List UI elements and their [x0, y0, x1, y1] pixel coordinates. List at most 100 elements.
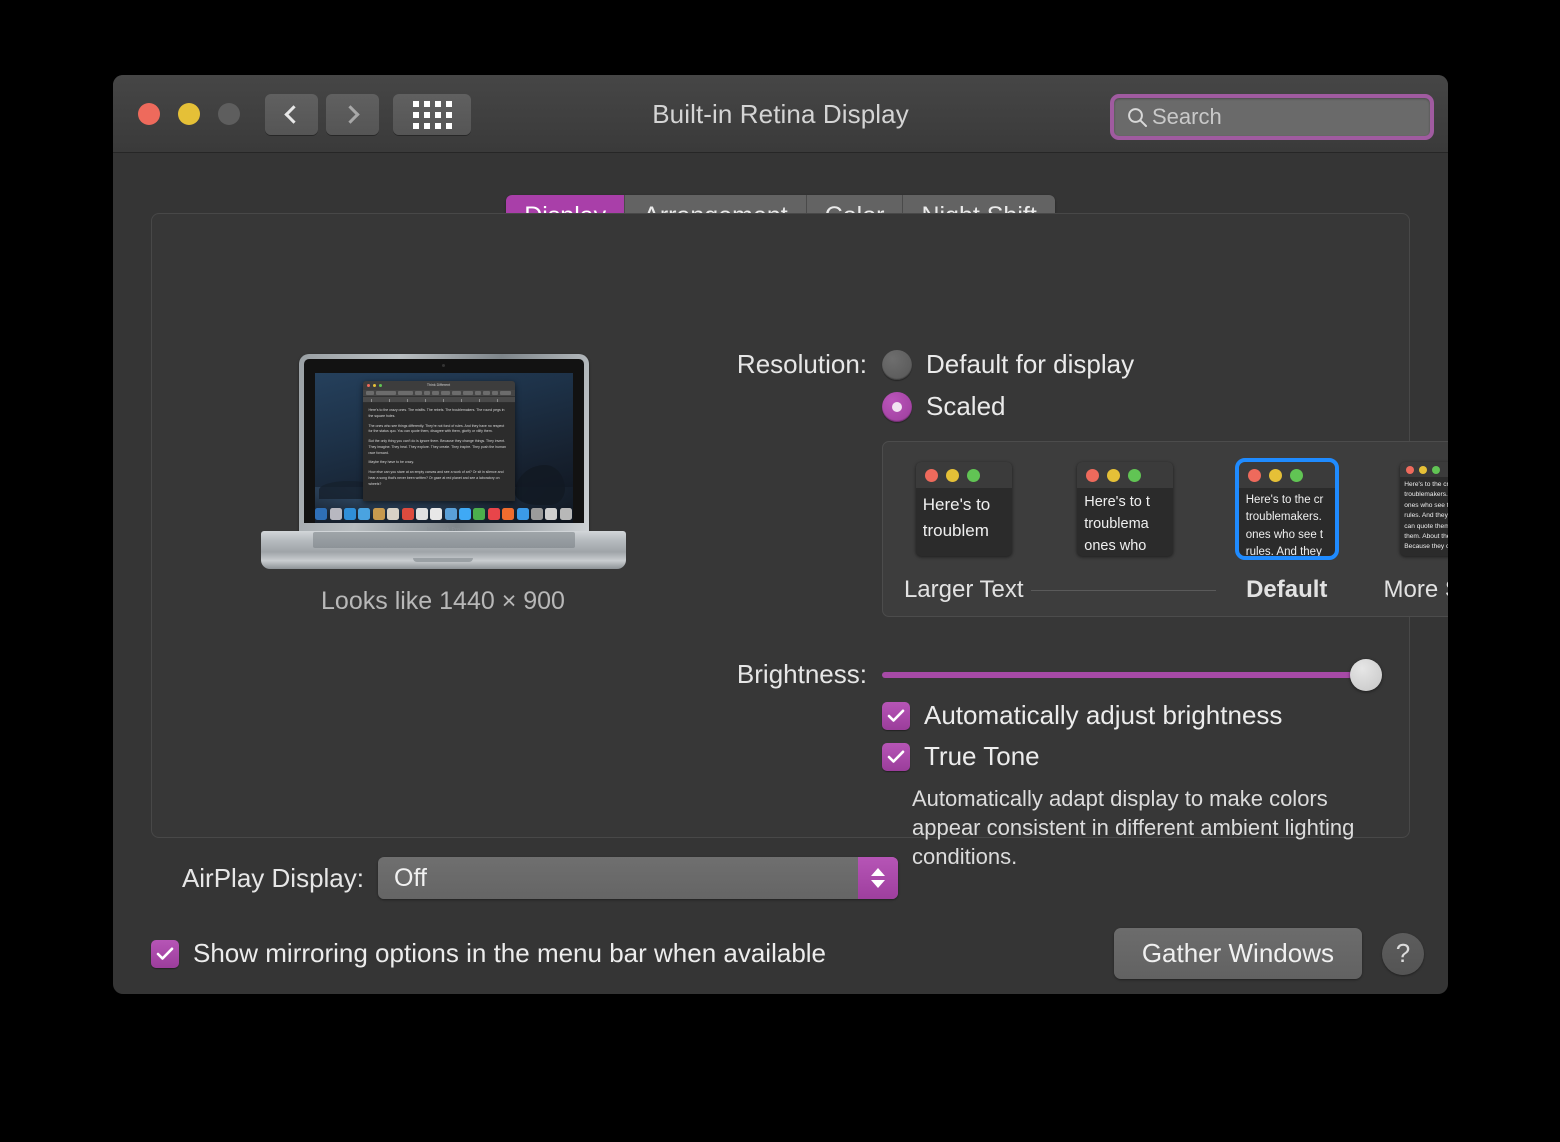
thumbnail-line: can quote them, disagr [1404, 522, 1448, 532]
slider-thumb[interactable] [1350, 659, 1382, 691]
thumbnail-line: them. About the only th [1404, 532, 1448, 542]
resolution-options: Default for display Scaled [882, 349, 1134, 433]
checkbox-auto-brightness[interactable]: Automatically adjust brightness [882, 700, 1412, 731]
doc-paragraph: Maybe they have to be crazy. [369, 460, 509, 466]
dock [315, 508, 573, 520]
radio-icon-selected [882, 392, 912, 422]
label-larger-text: Larger Text [883, 576, 1045, 604]
checkbox-label: True Tone [924, 741, 1040, 772]
checkmark-icon [151, 940, 179, 968]
checkbox-show-mirroring[interactable]: Show mirroring options in the menu bar w… [151, 938, 826, 969]
textedit-title: Think Different [363, 383, 515, 387]
search-icon [1126, 106, 1148, 128]
thumbnail-line: Here's to the cr [1246, 492, 1335, 509]
textedit-body: Here's to the crazy ones. The misfits. T… [363, 403, 515, 496]
resolution-row: Resolution: Default for display Scaled [712, 349, 1412, 433]
resolution-labels: Larger Text Default More Space [883, 576, 1448, 604]
radio-label: Default for display [926, 349, 1134, 380]
thumbnail-line: rules. And they have no [1404, 511, 1448, 521]
webcam-icon [442, 364, 445, 367]
macbook-screen: Think Different [315, 373, 573, 523]
thumbnail-line: troublema [1084, 514, 1173, 536]
minimize-icon [1269, 469, 1282, 482]
macbook-keyboard [313, 532, 575, 548]
minimize-icon [1107, 469, 1120, 482]
thumbnail-line: Here's to the crazy one [1404, 480, 1448, 490]
true-tone-description: Automatically adapt display to make colo… [912, 784, 1382, 871]
checkbox-label: Automatically adjust brightness [924, 700, 1282, 731]
resolution-thumbnail-more-space[interactable]: Here's to the crazy one troublemakers. T… [1400, 462, 1448, 556]
thumbnail-text: Here's to the cr troublemakers. ones who… [1239, 488, 1335, 556]
thumbnail-text: Here's to troublem [916, 488, 1012, 545]
thumbnail-line: troublemakers. The rou [1404, 490, 1448, 500]
scale-tick-line [1031, 590, 1216, 591]
thumbnail-titlebar [1077, 462, 1173, 488]
thumbnail-line: ones who see things dif [1404, 501, 1448, 511]
zoom-icon [1432, 466, 1440, 474]
close-icon [1406, 466, 1414, 474]
brightness-row: Brightness: [712, 659, 1412, 690]
footer-buttons: Gather Windows ? [1114, 928, 1424, 979]
window-titlebar: Built-in Retina Display [113, 75, 1448, 153]
footer-row: Show mirroring options in the menu bar w… [151, 928, 1424, 979]
search-field[interactable] [1110, 94, 1434, 140]
airplay-row: AirPlay Display: Off [151, 857, 898, 899]
airplay-dropdown[interactable]: Off [378, 857, 898, 899]
textedit-toolbar [363, 390, 515, 397]
thumbnail-text: Here's to t troublema ones who [1077, 488, 1173, 556]
brightness-label: Brightness: [712, 659, 867, 690]
macbook-base [261, 531, 626, 569]
zoom-icon [967, 469, 980, 482]
radio-scaled[interactable]: Scaled [882, 391, 1134, 422]
minimize-icon [1419, 466, 1427, 474]
resolution-label: Resolution: [712, 349, 867, 380]
thumbnail-line: Here's to [923, 492, 1012, 518]
display-settings-panel: Think Different [151, 213, 1410, 838]
airplay-value: Off [394, 864, 427, 893]
preferences-window: Built-in Retina Display Display Arrangem… [113, 75, 1448, 994]
resolution-thumbnail-default[interactable]: Here's to the cr troublemakers. ones who… [1239, 462, 1335, 556]
brightness-slider[interactable] [882, 660, 1382, 690]
thumbnail-line: troublemakers. [1246, 509, 1335, 526]
minimize-icon [946, 469, 959, 482]
looks-like-label: Looks like 1440 × 900 [248, 587, 638, 616]
airplay-label: AirPlay Display: [151, 863, 364, 894]
close-icon [925, 469, 938, 482]
doc-paragraph: But the only thing you can't do is ignor… [369, 439, 509, 456]
zoom-icon [1128, 469, 1141, 482]
close-icon [1248, 469, 1261, 482]
checkmark-icon [882, 743, 910, 771]
wallpaper-rock [515, 465, 565, 505]
slider-track [882, 672, 1352, 678]
doc-paragraph: Here's to the crazy ones. The misfits. T… [369, 408, 509, 420]
checkbox-true-tone[interactable]: True Tone [882, 741, 1412, 772]
textedit-titlebar: Think Different [363, 381, 515, 390]
thumbnail-titlebar [916, 462, 1012, 488]
radio-icon [882, 350, 912, 380]
macbook-illustration: Think Different [261, 354, 626, 569]
radio-label: Scaled [926, 391, 1006, 422]
thumbnail-titlebar [1239, 462, 1335, 488]
checkmark-icon [882, 702, 910, 730]
search-input[interactable] [1152, 104, 1407, 130]
macbook-bezel: Think Different [304, 359, 584, 523]
resolution-thumbnail-2[interactable]: Here's to t troublema ones who [1077, 462, 1173, 556]
thumbnail-line: Here's to t [1084, 492, 1173, 514]
thumbnail-text: Here's to the crazy one troublemakers. T… [1400, 477, 1448, 553]
doc-paragraph: How else can you stare at an empty canva… [369, 470, 509, 487]
doc-paragraph: The ones who see things differently. The… [369, 424, 509, 436]
label-more-space: More Space [1368, 576, 1449, 604]
radio-default-for-display[interactable]: Default for display [882, 349, 1134, 380]
thumbnail-line: rules. And they [1246, 544, 1335, 556]
help-button[interactable]: ? [1382, 933, 1424, 975]
resolution-thumbnail-larger-text[interactable]: Here's to troublem [916, 462, 1012, 556]
zoom-icon [1290, 469, 1303, 482]
thumbnail-line: ones who [1084, 536, 1173, 557]
chevron-updown-icon [858, 857, 898, 899]
display-preview: Think Different [248, 354, 638, 616]
gather-windows-button[interactable]: Gather Windows [1114, 928, 1362, 979]
textedit-window: Think Different [363, 381, 515, 501]
resolution-thumbnails: Here's to troublem [883, 462, 1448, 556]
scaled-resolution-picker: Here's to troublem [882, 441, 1448, 617]
textedit-ruler [363, 397, 515, 403]
